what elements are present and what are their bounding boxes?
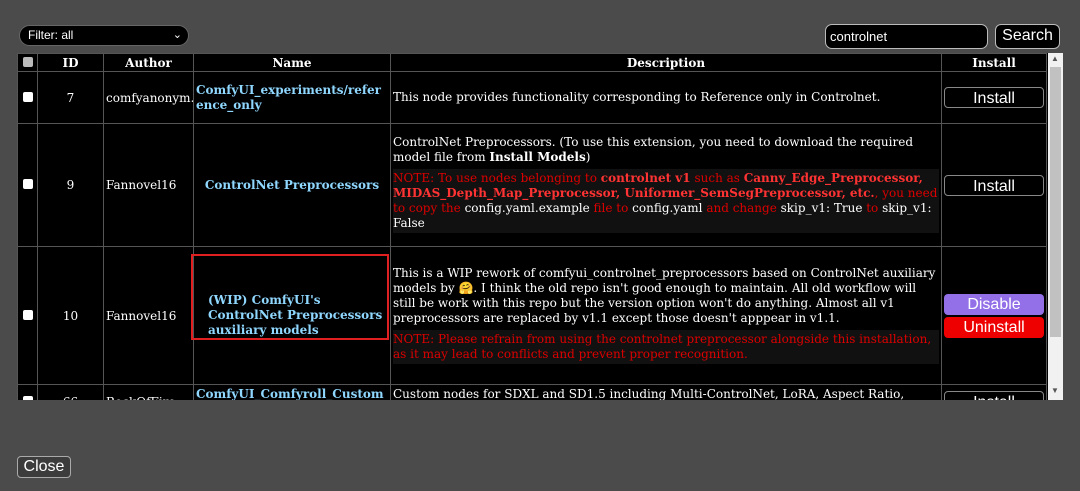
row-description: Custom nodes for SDXL and SD1.5 includin…: [390, 384, 942, 400]
uninstall-button[interactable]: Uninstall: [944, 316, 1044, 338]
table-row: 9 Fannovel16 ControlNet Preprocessors Co…: [17, 123, 1047, 247]
row-author: Fannovel16: [103, 123, 194, 247]
row-description: This node provides functionality corresp…: [390, 71, 942, 124]
scroll-thumb[interactable]: [1050, 67, 1061, 337]
row-actions: Disable Uninstall: [941, 246, 1047, 385]
select-all-checkbox[interactable]: [17, 53, 38, 72]
row-checkbox[interactable]: [17, 246, 38, 385]
row-author: RockOfFire: [103, 384, 194, 400]
row-author: comfyanonym…: [103, 71, 194, 124]
scroll-up-icon[interactable]: ▲: [1051, 54, 1059, 63]
disable-button[interactable]: Disable: [944, 293, 1044, 315]
filter-select[interactable]: Filter: all ⌄: [19, 25, 189, 46]
header-author: Author: [103, 53, 194, 72]
warning-note: NOTE: Please refrain from using the cont…: [393, 329, 939, 364]
table-header-row: ID Author Name Description Install: [17, 53, 1047, 72]
table-row: 7 comfyanonym… ComfyUI_experiments/refer…: [17, 71, 1047, 124]
row-id: 66: [37, 384, 104, 400]
install-button[interactable]: Install: [944, 391, 1044, 400]
scroll-down-icon[interactable]: ▼: [1051, 386, 1059, 395]
search-input[interactable]: [825, 24, 988, 49]
table-scrollbar[interactable]: ▲ ▼: [1048, 53, 1063, 400]
row-id: 10: [37, 246, 104, 385]
row-id: 9: [37, 123, 104, 247]
row-name-link[interactable]: ComfyUI_Comfyroll_CustomNodes: [196, 387, 388, 401]
row-description: ControlNet Preprocessors. (To use this e…: [390, 123, 942, 247]
header-description: Description: [390, 53, 942, 72]
row-author: Fannovel16: [103, 246, 194, 385]
row-name-link[interactable]: ComfyUI_experiments/reference_only: [196, 83, 388, 113]
row-id: 7: [37, 71, 104, 124]
row-actions: Install: [941, 123, 1047, 247]
table-row: 10 Fannovel16 (WIP) ComfyUI's ControlNet…: [17, 246, 1047, 385]
header-name: Name: [193, 53, 391, 72]
header-id: ID: [37, 53, 104, 72]
row-checkbox[interactable]: [17, 384, 38, 400]
chevron-down-icon: ⌄: [172, 29, 182, 41]
row-actions: Install: [941, 384, 1047, 400]
install-button[interactable]: Install: [944, 87, 1044, 108]
row-checkbox[interactable]: [17, 123, 38, 247]
highlight-box: [191, 254, 389, 340]
row-name-cell: ComfyUI_experiments/reference_only: [193, 71, 391, 124]
description-text: ControlNet Preprocessors. (To use this e…: [393, 135, 914, 164]
row-actions: Install: [941, 71, 1047, 124]
install-button[interactable]: Install: [944, 174, 1044, 196]
warning-note: NOTE: To use nodes belonging to controln…: [393, 169, 939, 233]
row-name-link[interactable]: ControlNet Preprocessors: [196, 178, 388, 193]
node-table: ID Author Name Description Install 7 com…: [17, 53, 1063, 400]
filter-label: Filter: all: [28, 28, 74, 42]
row-description: This is a WIP rework of comfyui_controln…: [390, 246, 942, 385]
search-button[interactable]: Search: [995, 24, 1060, 49]
row-checkbox[interactable]: [17, 71, 38, 124]
row-name-cell: ComfyUI_Comfyroll_CustomNodes: [193, 384, 391, 401]
header-install: Install: [941, 53, 1047, 72]
row-name-cell: ControlNet Preprocessors: [193, 123, 391, 247]
close-button[interactable]: Close: [17, 456, 71, 478]
description-text: This is a WIP rework of comfyui_controln…: [393, 265, 936, 325]
table-row: 66 RockOfFire ComfyUI_Comfyroll_CustomNo…: [17, 384, 1047, 401]
